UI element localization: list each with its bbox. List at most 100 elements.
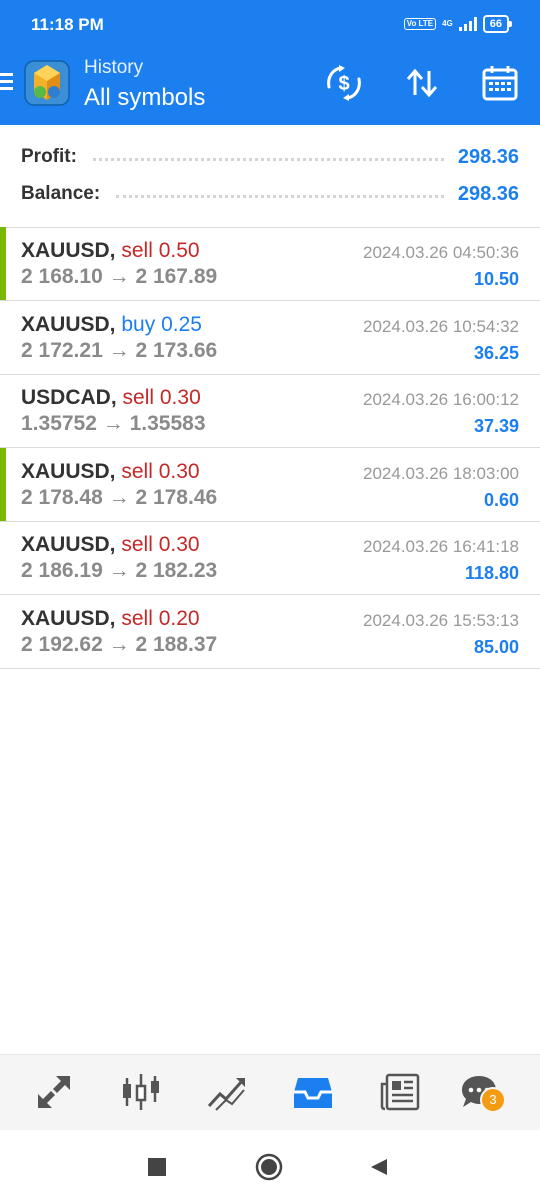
price-arrow: → [108, 559, 130, 583]
trade-profit: 36.25 [473, 342, 519, 363]
trade-prices: 1.35752 → 1.35583 [21, 412, 206, 436]
trade-title: XAUUSD, buy 0.25 [21, 313, 202, 337]
currency-exchange-icon: $ [327, 65, 361, 101]
trade-time: 2024.03.26 10:54:32 [363, 316, 519, 336]
nav-quotes[interactable] [31, 1069, 77, 1115]
nav-trade[interactable] [204, 1069, 250, 1115]
trade-row[interactable]: XAUUSD, sell 0.30 2 186.19 → 2 182.23 2024… [0, 521, 540, 596]
trade-close-price: 2 167.89 [135, 265, 218, 288]
nav-news[interactable] [377, 1069, 423, 1115]
header-subtitle: History [84, 57, 144, 78]
trade-symbol: XAUUSD, [21, 607, 116, 630]
trade-open-price: 2 186.19 [21, 559, 103, 583]
signal-icon [458, 17, 477, 31]
trade-title: XAUUSD, sell 0.30 [21, 460, 200, 484]
back-triangle-icon [371, 1159, 387, 1175]
battery-level: 66 [482, 15, 509, 33]
trade-title: XAUUSD, sell 0.30 [21, 533, 200, 557]
status-bar: 11:18 PM Vo LTE 4G 66 [0, 0, 540, 50]
trade-symbol: USDCAD, [21, 386, 117, 410]
network-type: 4G [442, 19, 453, 28]
recent-apps-button[interactable] [142, 1152, 172, 1182]
trade-open-price: 1.35752 [21, 412, 97, 436]
trade-row[interactable]: USDCAD, sell 0.30 1.35752 → 1.35583 2024.0… [0, 374, 540, 449]
trade-open-price: 2 168.10 [21, 265, 103, 288]
deposit-filter-button[interactable]: $ [324, 63, 364, 103]
app-logo-icon [24, 60, 70, 106]
home-circle-icon [255, 1153, 283, 1181]
trade-symbol: XAUUSD, [21, 459, 116, 483]
trade-row[interactable]: XAUUSD, buy 0.25 2 172.21 → 2 173.66 2024.… [0, 301, 540, 375]
nav-chart[interactable] [118, 1069, 164, 1115]
calendar-icon [482, 66, 518, 101]
balance-label: Balance: [21, 183, 101, 204]
trade-side: sell [121, 239, 153, 262]
home-button[interactable] [254, 1152, 284, 1182]
trade-volume: 0.50 [158, 239, 200, 262]
status-icons: Vo LTE 4G 66 [403, 15, 512, 33]
trade-time: 2024.03.26 04:50:36 [363, 243, 519, 262]
trade-prices: 2 178.48 → 2 178.46 [21, 486, 217, 510]
trade-title: USDCAD, sell 0.30 [21, 386, 201, 410]
profit-row: Profit: 298.36 [21, 144, 519, 170]
trade-volume: 0.30 [159, 386, 201, 410]
trade-side: sell [121, 607, 153, 630]
trade-open-price: 2 178.48 [21, 485, 103, 509]
profit-label: Profit: [21, 146, 77, 167]
trade-open-price: 2 192.62 [21, 633, 103, 656]
trade-side: sell [121, 459, 153, 483]
trade-marker [0, 447, 6, 521]
chat-badge: 3 [480, 1087, 506, 1113]
trade-time: 2024.03.26 15:53:13 [363, 611, 519, 630]
price-arrow: → [108, 485, 130, 509]
price-arrow: → [108, 338, 130, 362]
trade-close-price: 2 173.66 [135, 338, 218, 362]
header-title[interactable]: All symbols [84, 84, 205, 112]
trade-time: 2024.03.26 18:03:00 [363, 463, 519, 483]
history-inbox-icon [294, 1078, 332, 1108]
trade-profit: 85.00 [473, 637, 519, 657]
trade-row[interactable]: XAUUSD, sell 0.20 2 192.62 → 2 188.37 2024… [0, 595, 540, 669]
trade-symbol: XAUUSD, [21, 533, 116, 557]
calendar-button[interactable] [480, 63, 520, 103]
nav-history[interactable] [290, 1069, 336, 1115]
balance-row: Balance: 298.36 [21, 181, 519, 207]
back-button[interactable] [364, 1152, 394, 1182]
trade-symbol: XAUUSD, [21, 239, 116, 262]
trade-close-price: 2 178.46 [135, 485, 218, 509]
battery-icon: 66 [482, 15, 512, 33]
quotes-arrows-icon [38, 1076, 70, 1108]
candlestick-icon [123, 1074, 159, 1110]
trade-marker [0, 227, 6, 300]
trade-close-price: 2 182.23 [135, 559, 218, 583]
trade-profit: 37.39 [473, 416, 519, 437]
trade-volume: 0.30 [158, 533, 200, 557]
trade-row[interactable]: XAUUSD, sell 0.30 2 178.48 → 2 178.46 2024… [0, 447, 540, 522]
news-icon [380, 1073, 420, 1111]
trade-side: buy [121, 312, 156, 336]
trade-profit: 0.60 [483, 489, 519, 510]
volte-icon: Vo LTE [403, 18, 437, 30]
price-arrow: → [108, 633, 130, 656]
nav-chat[interactable]: 3 [456, 1069, 506, 1115]
bottom-navigation: 3 [0, 1054, 540, 1130]
sort-button[interactable] [402, 63, 442, 103]
trade-title: XAUUSD, sell 0.20 [21, 607, 200, 631]
trade-time: 2024.03.26 16:41:18 [363, 537, 519, 557]
trade-prices: 2 168.10 → 2 167.89 [21, 265, 217, 289]
profit-value: 298.36 [457, 145, 519, 168]
status-time: 11:18 PM [31, 15, 104, 34]
trade-row[interactable]: XAUUSD, sell 0.50 2 168.10 → 2 167.89 2024… [0, 227, 540, 301]
app-header: 11:18 PM Vo LTE 4G 66 History All symbol… [0, 0, 540, 125]
trade-title: XAUUSD, sell 0.50 [21, 239, 200, 263]
svg-text:$: $ [338, 73, 349, 95]
menu-icon[interactable] [0, 73, 13, 95]
trade-close-price: 2 188.37 [135, 633, 218, 656]
trend-lines-icon [207, 1078, 245, 1111]
trade-time: 2024.03.26 16:00:12 [363, 390, 519, 410]
trade-side: sell [122, 386, 155, 410]
trade-symbol: XAUUSD, [21, 312, 116, 336]
square-icon [148, 1158, 166, 1176]
trade-profit: 10.50 [473, 269, 519, 289]
trade-open-price: 2 172.21 [21, 338, 103, 362]
